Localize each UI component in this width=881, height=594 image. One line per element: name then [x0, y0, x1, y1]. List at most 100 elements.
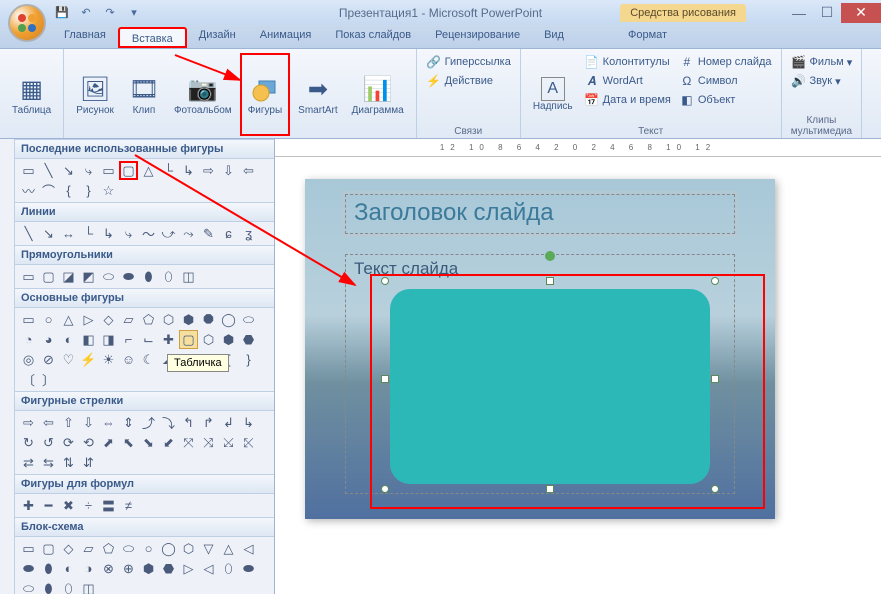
hyperlink-button[interactable]: 🔗Гиперссылка	[423, 53, 514, 71]
shape-arrow-14[interactable]: ↺	[39, 433, 58, 452]
shape-line-9[interactable]: ⤳	[179, 224, 198, 243]
shape-fc-16[interactable]: ◑	[79, 559, 98, 578]
shape-arrow-5[interactable]: ⇔	[99, 413, 118, 432]
shape-basic-20[interactable]: ✚	[159, 330, 178, 349]
shape-arrow-3[interactable]: ⇧	[59, 413, 78, 432]
wordart-button[interactable]: 𝑨WordArt	[581, 72, 674, 90]
shape-fc-13[interactable]: ⬬	[19, 559, 38, 578]
shape-fc-25[interactable]: ⬭	[19, 579, 38, 594]
shape-fc-12[interactable]: ◁	[239, 539, 258, 558]
shape-fc-1[interactable]: ▭	[19, 539, 38, 558]
shape-line-12[interactable]: ʓ	[239, 224, 258, 243]
shape-fc-24[interactable]: ⬬	[239, 559, 258, 578]
symbol-button[interactable]: ΩСимвол	[676, 72, 775, 90]
shape-not-equal[interactable]: ≠	[119, 496, 138, 515]
shape-basic-17[interactable]: ◨	[99, 330, 118, 349]
shape-basic-37[interactable]: 〔	[19, 370, 38, 389]
shape-basic-2[interactable]: ○	[39, 310, 58, 329]
shape-basic-29[interactable]: ☀	[99, 350, 118, 369]
save-icon[interactable]: 💾	[52, 3, 72, 23]
shape-basic-28[interactable]: ⚡	[79, 350, 98, 369]
action-button[interactable]: ⚡Действие	[423, 72, 514, 90]
shape-fc-5[interactable]: ⬠	[99, 539, 118, 558]
shape-triangle[interactable]: △	[139, 161, 158, 180]
shape-arrow-20[interactable]: ⬋	[159, 433, 178, 452]
shape-fc-3[interactable]: ◇	[59, 539, 78, 558]
shape-arrow-26[interactable]: ⇆	[39, 453, 58, 472]
shape-rect-3[interactable]: ◪	[59, 267, 78, 286]
shape-fc-4[interactable]: ▱	[79, 539, 98, 558]
shape-arrow-11[interactable]: ↲	[219, 413, 238, 432]
shape-arrow-8[interactable]: ⤵	[159, 413, 178, 432]
shape-rect-1[interactable]: ▭	[19, 267, 38, 286]
slide-title-placeholder[interactable]: Заголовок слайда	[345, 194, 735, 234]
slide-edit-area[interactable]: 12 10 8 6 4 2 0 2 4 6 8 10 12 Заголовок …	[275, 139, 881, 594]
shape-arrow-22[interactable]: ⤨	[199, 433, 218, 452]
shape-minus[interactable]: ━	[39, 496, 58, 515]
shape-basic-3[interactable]: △	[59, 310, 78, 329]
shape-right-arrow[interactable]: ⇨	[199, 161, 218, 180]
shape-fc-8[interactable]: ◯	[159, 539, 178, 558]
shape-arrow-15[interactable]: ⟳	[59, 433, 78, 452]
shape-textbox[interactable]: ▭	[19, 161, 38, 180]
redo-icon[interactable]: ↷	[100, 3, 120, 23]
shape-rectangle[interactable]: ▭	[99, 161, 118, 180]
shape-fc-15[interactable]: ◐	[59, 559, 78, 578]
shape-connector-elbow[interactable]: └	[159, 161, 178, 180]
slide-thumbnails-strip[interactable]	[0, 139, 15, 594]
shape-fc-23[interactable]: ⬯	[219, 559, 238, 578]
shape-rect-9[interactable]: ◫	[179, 267, 198, 286]
shape-basic-8[interactable]: ⬡	[159, 310, 178, 329]
shape-basic-13[interactable]: ◔	[19, 330, 38, 349]
movie-button[interactable]: 🎬Фильм ▾	[788, 53, 856, 71]
shape-basic-16[interactable]: ◧	[79, 330, 98, 349]
shape-basic-11[interactable]: ◯	[219, 310, 238, 329]
table-button[interactable]: ▦ Таблица	[6, 53, 57, 136]
shape-fc-14[interactable]: ⬮	[39, 559, 58, 578]
shape-arrow-18[interactable]: ⬉	[119, 433, 138, 452]
tab-insert[interactable]: Вставка	[118, 27, 187, 48]
shape-basic-19[interactable]: ⌙	[139, 330, 158, 349]
shape-line-3[interactable]: ↔	[59, 224, 78, 243]
shape-fc-22[interactable]: ◁	[199, 559, 218, 578]
shape-arrow-1[interactable]: ⇨	[19, 413, 38, 432]
object-button[interactable]: ◧Объект	[676, 91, 775, 109]
shape-fc-11[interactable]: △	[219, 539, 238, 558]
shape-arrow-16[interactable]: ⟲	[79, 433, 98, 452]
shape-arrow-25[interactable]: ⇄	[19, 453, 38, 472]
shape-fc-26[interactable]: ⬮	[39, 579, 58, 594]
undo-icon[interactable]: ↶	[76, 3, 96, 23]
shape-brace-left[interactable]: {	[59, 181, 78, 200]
shape-rect-7[interactable]: ⬮	[139, 267, 158, 286]
shape-down-arrow[interactable]: ⇩	[219, 161, 238, 180]
shape-arrow-17[interactable]: ⬈	[99, 433, 118, 452]
shape-basic-7[interactable]: ⬠	[139, 310, 158, 329]
shape-line-7[interactable]: 〜	[139, 224, 158, 243]
shape-line-8[interactable]: ⤻	[159, 224, 178, 243]
shape-arrow-6[interactable]: ⇕	[119, 413, 138, 432]
shape-basic-23[interactable]: ⬢	[219, 330, 238, 349]
photoalbum-button[interactable]: 📷 Фотоальбом	[168, 53, 238, 136]
datetime-button[interactable]: 📅Дата и время	[581, 91, 674, 109]
shape-arrow-21[interactable]: ⤧	[179, 433, 198, 452]
shape-fc-27[interactable]: ⬯	[59, 579, 78, 594]
shape-fc-6[interactable]: ⬭	[119, 539, 138, 558]
shape-multiply[interactable]: ✖	[59, 496, 78, 515]
shape-basic-12[interactable]: ⬭	[239, 310, 258, 329]
shape-fc-10[interactable]: ▽	[199, 539, 218, 558]
shape-arrow-9[interactable]: ↰	[179, 413, 198, 432]
shape-basic-18[interactable]: ⌐	[119, 330, 138, 349]
picture-button[interactable]: 🖼 Рисунок	[70, 53, 120, 136]
shape-rect-6[interactable]: ⬬	[119, 267, 138, 286]
shapes-button[interactable]: Фигуры	[240, 53, 290, 136]
header-footer-button[interactable]: 📄Колонтитулы	[581, 53, 674, 71]
shape-basic-1[interactable]: ▭	[19, 310, 38, 329]
shape-line-2[interactable]: ↘	[39, 224, 58, 243]
shape-fc-21[interactable]: ▷	[179, 559, 198, 578]
shape-fc-19[interactable]: ⬢	[139, 559, 158, 578]
shape-basic-36[interactable]: }	[239, 350, 258, 369]
shape-basic-26[interactable]: ⊘	[39, 350, 58, 369]
shape-fc-7[interactable]: ○	[139, 539, 158, 558]
shape-basic-15[interactable]: ◐	[59, 330, 78, 349]
shape-curve[interactable]: 〰	[19, 181, 38, 200]
